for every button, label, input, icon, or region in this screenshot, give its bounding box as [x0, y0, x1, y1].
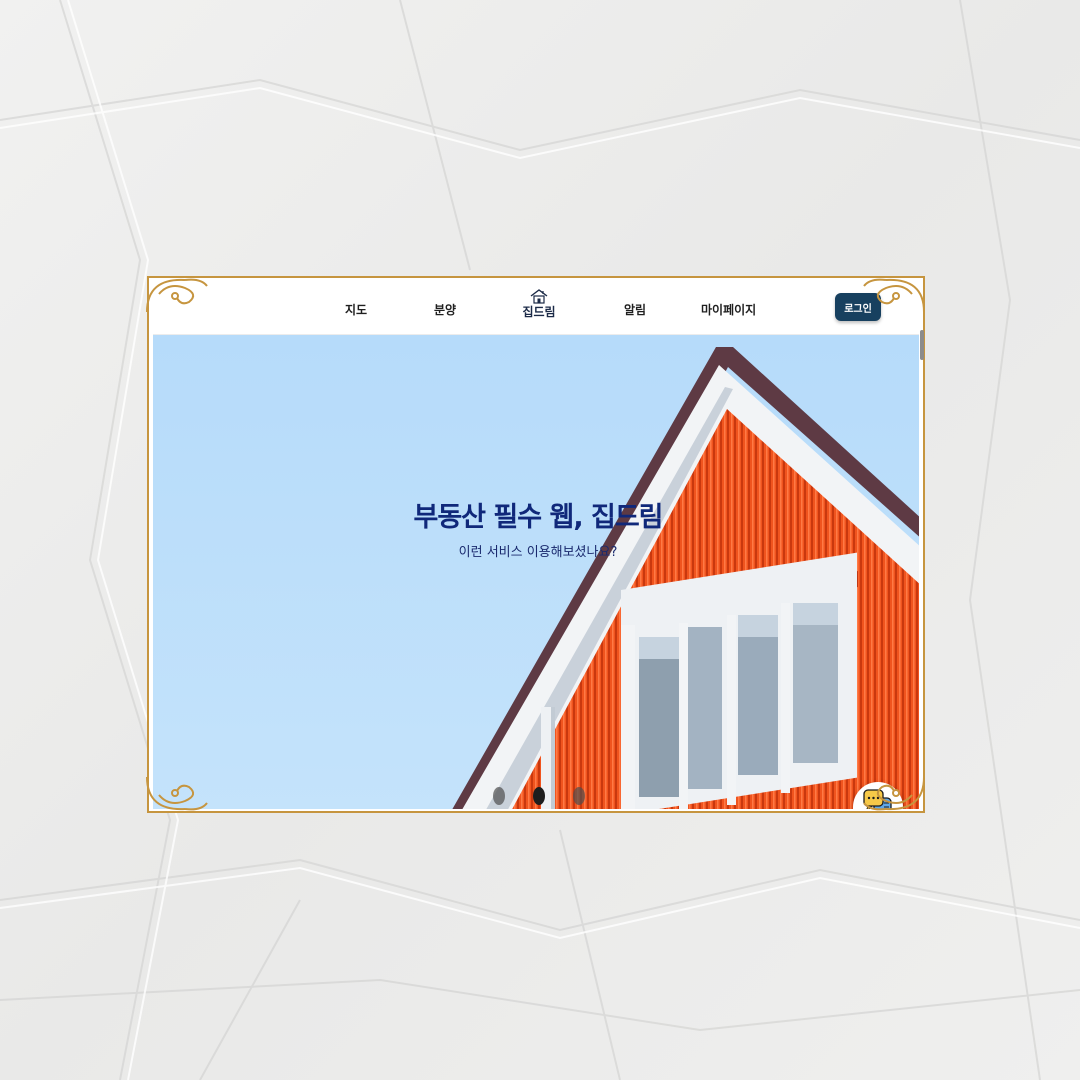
nav-item-alerts[interactable]: 알림 — [624, 301, 646, 318]
nav-item-presale[interactable]: 분양 — [434, 301, 456, 318]
carousel-dot-3[interactable] — [573, 787, 585, 805]
carousel-dot-2[interactable] — [533, 787, 545, 805]
corner-ornament-bottom-right — [863, 776, 925, 811]
hero-title: 부동산 필수 웹, 집드림 — [413, 502, 663, 533]
logo-text: 집드림 — [522, 305, 556, 319]
hero-subtitle: 이런 서비스 이용해보셨나요? — [458, 545, 618, 560]
carousel-dot-1[interactable] — [493, 787, 505, 805]
top-navigation: 지도 분양 집드림 알림 마이페이지 로그인 — [153, 282, 919, 335]
scrollbar[interactable] — [920, 330, 924, 360]
nav-item-map[interactable]: 지도 — [345, 301, 367, 318]
hero-banner: 부동산 필수 웹, 집드림 이런 서비스 이용해보셨나요? — [153, 335, 919, 809]
screenshot-frame: 지도 분양 집드림 알림 마이페이지 로그인 부동산 필수 웹, 집드림 이런 … — [147, 276, 925, 813]
corner-ornament-top-left — [146, 278, 208, 313]
house-photo — [153, 335, 919, 809]
nav-item-mypage[interactable]: 마이페이지 — [701, 301, 756, 318]
site-logo[interactable]: 집드림 — [521, 288, 557, 320]
corner-ornament-bottom-left — [146, 776, 208, 811]
house-logo-icon — [530, 289, 548, 304]
corner-ornament-top-right — [863, 278, 925, 313]
